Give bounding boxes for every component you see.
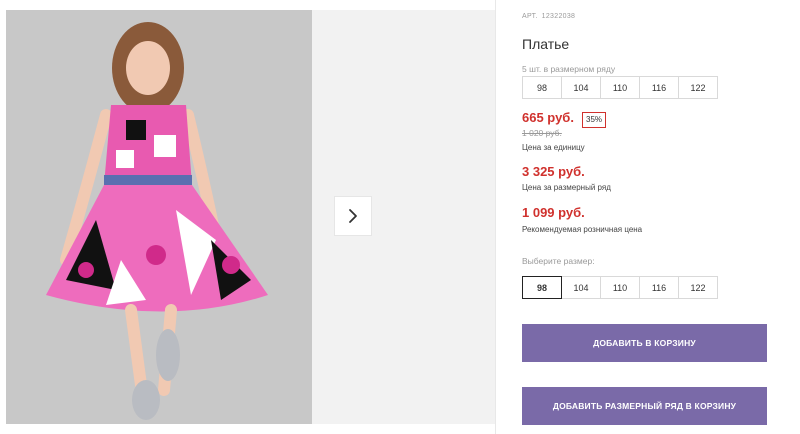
retail-price: 1 099 руб. xyxy=(522,205,585,220)
dress-photo-illustration xyxy=(6,10,312,424)
row-price: 3 325 руб. xyxy=(522,164,585,179)
unit-price: 665 руб. xyxy=(522,110,574,125)
gallery-next-button[interactable] xyxy=(334,196,372,236)
size-option[interactable]: 122 xyxy=(678,276,718,299)
gallery-divider xyxy=(495,0,496,434)
product-photo xyxy=(6,10,312,424)
size-selector: 98 104 110 116 122 xyxy=(522,276,718,299)
size-row-item: 116 xyxy=(639,76,679,99)
article-value: 12322038 xyxy=(541,13,576,20)
add-size-row-to-cart-button[interactable]: ДОБАВИТЬ РАЗМЕРНЫЙ РЯД В КОРЗИНУ xyxy=(522,387,767,425)
article-label: АРТ. xyxy=(522,13,538,20)
size-row-note: 5 шт. в размерном ряду xyxy=(522,64,616,74)
size-option[interactable]: 110 xyxy=(600,276,640,299)
row-price-label: Цена за размерный ряд xyxy=(522,183,611,192)
add-to-cart-button[interactable]: ДОБАВИТЬ В КОРЗИНУ xyxy=(522,324,767,362)
unit-price-label: Цена за единицу xyxy=(522,143,585,152)
retail-price-label: Рекомендуемая розничная цена xyxy=(522,225,643,234)
product-title: Платье xyxy=(522,36,570,52)
size-row-item: 122 xyxy=(678,76,718,99)
chevron-right-icon xyxy=(349,209,357,223)
size-option-selected[interactable]: 98 xyxy=(522,276,562,299)
article-number: АРТ. 12322038 xyxy=(522,13,579,20)
discount-badge: 35% xyxy=(582,112,607,128)
size-row-item: 110 xyxy=(600,76,640,99)
size-option[interactable]: 104 xyxy=(561,276,601,299)
size-option[interactable]: 116 xyxy=(639,276,679,299)
old-price: 1 020 руб. xyxy=(522,128,562,138)
size-row-item: 98 xyxy=(522,76,562,99)
product-gallery xyxy=(0,0,495,434)
size-row-list: 98 104 110 116 122 xyxy=(522,76,718,99)
size-row-item: 104 xyxy=(561,76,601,99)
choose-size-label: Выберите размер: xyxy=(522,256,595,266)
